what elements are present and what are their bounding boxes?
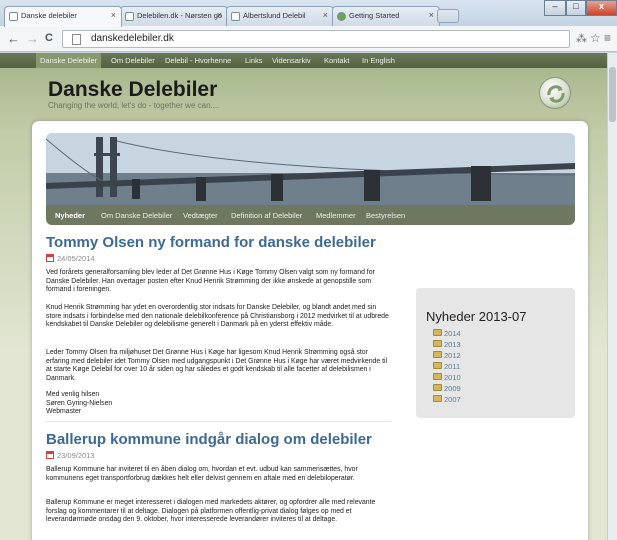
archive-year-label: 2007	[444, 395, 461, 404]
tab-label: Getting Started	[349, 11, 400, 20]
archive-year-link[interactable]: 2007	[433, 395, 461, 404]
site-top-nav: Danske Delebiler Om Delebiler Delebil - …	[0, 53, 607, 68]
calendar-icon	[46, 451, 54, 459]
recycle-logo-icon[interactable]	[539, 77, 571, 109]
subnav-item-vedtaegter[interactable]: Vedtægter	[183, 211, 218, 220]
browser-tab[interactable]: Danske delebiler ×	[4, 6, 122, 27]
archive-year-label: 2010	[444, 373, 461, 382]
post-divider	[46, 421, 391, 422]
folder-icon	[433, 362, 442, 369]
back-button[interactable]: ←	[7, 31, 20, 46]
folder-icon	[433, 351, 442, 358]
folder-icon	[433, 395, 442, 402]
archive-year-label: 2014	[444, 329, 461, 338]
page-viewport: Danske Delebiler Om Delebiler Delebil - …	[0, 53, 607, 540]
topnav-item-kontakt[interactable]: Kontakt	[324, 56, 349, 65]
topnav-item-om-delebiler[interactable]: Om Delebiler	[111, 56, 155, 65]
close-tab-icon[interactable]: ×	[323, 10, 328, 20]
vertical-scrollbar[interactable]	[607, 53, 617, 540]
archive-year-label: 2012	[444, 351, 461, 360]
archive-year-link[interactable]: 2013	[433, 340, 461, 349]
post-date: 24/05/2014	[46, 254, 95, 263]
new-tab-button[interactable]	[437, 9, 459, 23]
page-icon	[72, 34, 81, 45]
forward-button[interactable]: →	[26, 31, 39, 46]
page-icon	[125, 12, 134, 21]
topnav-item-links[interactable]: Links	[245, 56, 263, 65]
post-paragraph: Ballerup Kommune har inviteret til en åb…	[46, 466, 358, 482]
folder-icon	[433, 329, 442, 336]
site-tagline: Changing the world, let's do - together …	[48, 101, 220, 110]
topnav-item-danske-delebiler[interactable]: Danske Delebiler	[36, 53, 102, 68]
close-tab-icon[interactable]: ×	[429, 10, 434, 20]
topnav-item-vidensarkiv[interactable]: Vidensarkiv	[272, 56, 311, 65]
subnav-item-om-danske-delebiler[interactable]: Om Danske Delebiler	[101, 211, 172, 220]
subnav-item-bestyrelsen[interactable]: Bestyrelsen	[366, 211, 405, 220]
post-date-text: 23/09/2013	[57, 451, 95, 460]
topnav-item-delebil-hvorhenne[interactable]: Delebil - Hvorhenne	[165, 56, 231, 65]
site-favicon-icon	[9, 12, 18, 21]
minimize-button[interactable]: –	[544, 0, 566, 16]
post-paragraph: Leder Tommy Olsen fra miljøhuset Det Grø…	[46, 349, 388, 382]
subnav-item-definition[interactable]: Definition af Delebiler	[231, 211, 302, 220]
translate-icon[interactable]: ⁂	[576, 32, 587, 45]
calendar-icon	[46, 254, 54, 262]
tab-label: Delebilen.dk - Nørsten go	[137, 11, 223, 20]
folder-icon	[433, 384, 442, 391]
address-bar[interactable]: danskedelebiler.dk	[62, 30, 570, 48]
archive-year-label: 2013	[444, 340, 461, 349]
url-text: danskedelebiler.dk	[91, 33, 174, 44]
close-window-button[interactable]: x	[586, 0, 617, 16]
subnav-item-nyheder[interactable]: Nyheder	[55, 211, 85, 220]
bridge-banner-image	[46, 133, 575, 205]
content-card: Nyheder Om Danske Delebiler Vedtægter De…	[32, 121, 588, 540]
post-title[interactable]: Ballerup kommune indgår dialog om delebi…	[46, 431, 372, 448]
browser-tab[interactable]: Getting Started ×	[332, 6, 440, 26]
close-tab-icon[interactable]: ×	[111, 10, 116, 20]
archive-year-link[interactable]: 2011	[433, 362, 460, 371]
post-signature: Med venlig hilsen Søren Gyring-Nielsen W…	[46, 391, 113, 416]
bookmark-star-icon[interactable]: ☆	[590, 31, 601, 45]
archive-year-link[interactable]: 2009	[433, 384, 461, 393]
topnav-item-in-english[interactable]: In English	[362, 56, 395, 65]
browser-tab[interactable]: Albertslund Delebil ×	[226, 6, 334, 26]
tab-label: Albertslund Delebil	[243, 11, 306, 20]
scrollbar-thumb[interactable]	[609, 67, 616, 122]
browser-tab[interactable]: Delebilen.dk - Nørsten go ×	[120, 6, 228, 26]
archive-year-link[interactable]: 2012	[433, 351, 461, 360]
post-date-text: 24/05/2014	[57, 254, 95, 263]
browser-toolbar: ← → C danskedelebiler.dk ⁂ ☆ ≡	[0, 26, 617, 52]
post-paragraph: Ballerup Kommune er meget interesseret i…	[46, 499, 376, 524]
subnav-item-medlemmer[interactable]: Medlemmer	[316, 211, 356, 220]
news-archive-sidebar: Nyheder 2013-07 2014 2013 2012 2011 2010…	[416, 288, 575, 418]
getting-started-favicon-icon	[337, 12, 346, 21]
browser-tabstrip: Danske delebiler × Delebilen.dk - Nørste…	[0, 0, 617, 27]
post-paragraph: Knud Henrik Strømming har ydet en overor…	[46, 304, 389, 329]
post-paragraph: Ved forårets generalforsamling blev lede…	[46, 269, 375, 294]
post-date: 23/09/2013	[46, 451, 95, 460]
archive-year-label: 2011	[444, 362, 461, 371]
archive-year-link[interactable]: 2014	[433, 329, 461, 338]
sidebar-heading: Nyheder 2013-07	[426, 309, 527, 324]
site-title[interactable]: Danske Delebiler	[48, 78, 217, 102]
archive-year-label: 2009	[444, 384, 461, 393]
section-nav: Nyheder Om Danske Delebiler Vedtægter De…	[46, 205, 575, 225]
maximize-button[interactable]: □	[566, 0, 586, 16]
archive-year-link[interactable]: 2010	[433, 373, 461, 382]
folder-icon	[433, 340, 442, 347]
reload-button[interactable]: C	[45, 32, 53, 44]
folder-icon	[433, 373, 442, 380]
close-tab-icon[interactable]: ×	[217, 10, 222, 20]
page-icon	[231, 12, 240, 21]
tab-label: Danske delebiler	[21, 11, 77, 20]
menu-icon[interactable]: ≡	[604, 31, 611, 45]
post-title[interactable]: Tommy Olsen ny formand for danske delebi…	[46, 234, 376, 251]
